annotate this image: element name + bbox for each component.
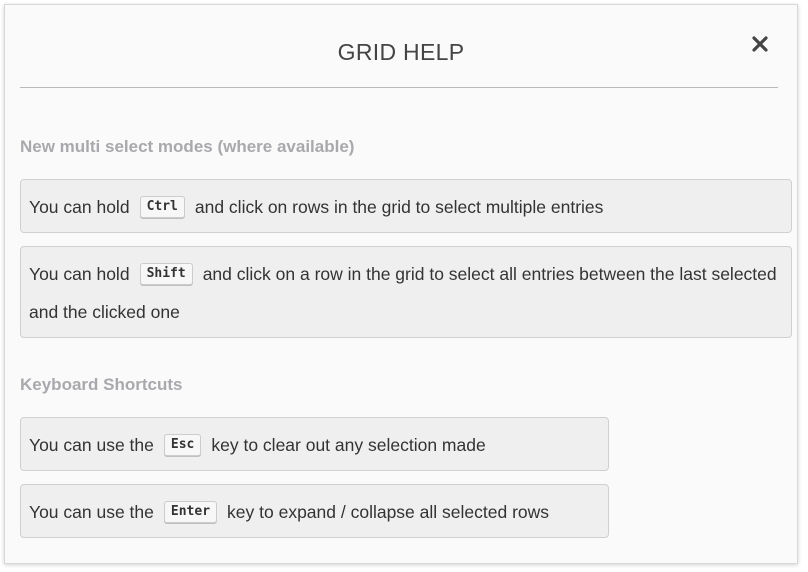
esc-text-after: key to clear out any selection made (211, 435, 486, 455)
shift-key: Shift (139, 263, 193, 286)
enter-shortcut-card: You can use the Enter key to expand / coll… (20, 484, 609, 538)
ctrl-key: Ctrl (139, 196, 185, 219)
multi-select-heading: New multi select modes (where available) (20, 137, 355, 156)
esc-key: Esc (163, 434, 202, 457)
title-divider (20, 87, 778, 88)
shift-select-info-card: You can hold Shift and click on a row in t… (20, 246, 792, 338)
ctrl-text-after: and click on rows in the grid to select … (194, 197, 604, 217)
ctrl-text-before: You can hold (29, 197, 130, 217)
close-icon (752, 36, 768, 52)
enter-key: Enter (163, 501, 218, 524)
enter-text-before: You can use the (29, 502, 154, 522)
esc-shortcut-card: You can use the Esc key to clear out any s… (20, 417, 609, 471)
ctrl-select-info-card: You can hold Ctrl and click on rows in the… (20, 179, 792, 233)
esc-text-before: You can use the (29, 435, 154, 455)
shift-text-before: You can hold (29, 264, 130, 284)
keyboard-shortcuts-heading: Keyboard Shortcuts (20, 375, 183, 394)
close-button[interactable] (749, 33, 771, 55)
enter-text-after: key to expand / collapse all selected ro… (227, 502, 550, 522)
grid-help-dialog: GRID HELP New multi select modes (where … (4, 4, 798, 564)
dialog-title: GRID HELP (337, 39, 465, 65)
